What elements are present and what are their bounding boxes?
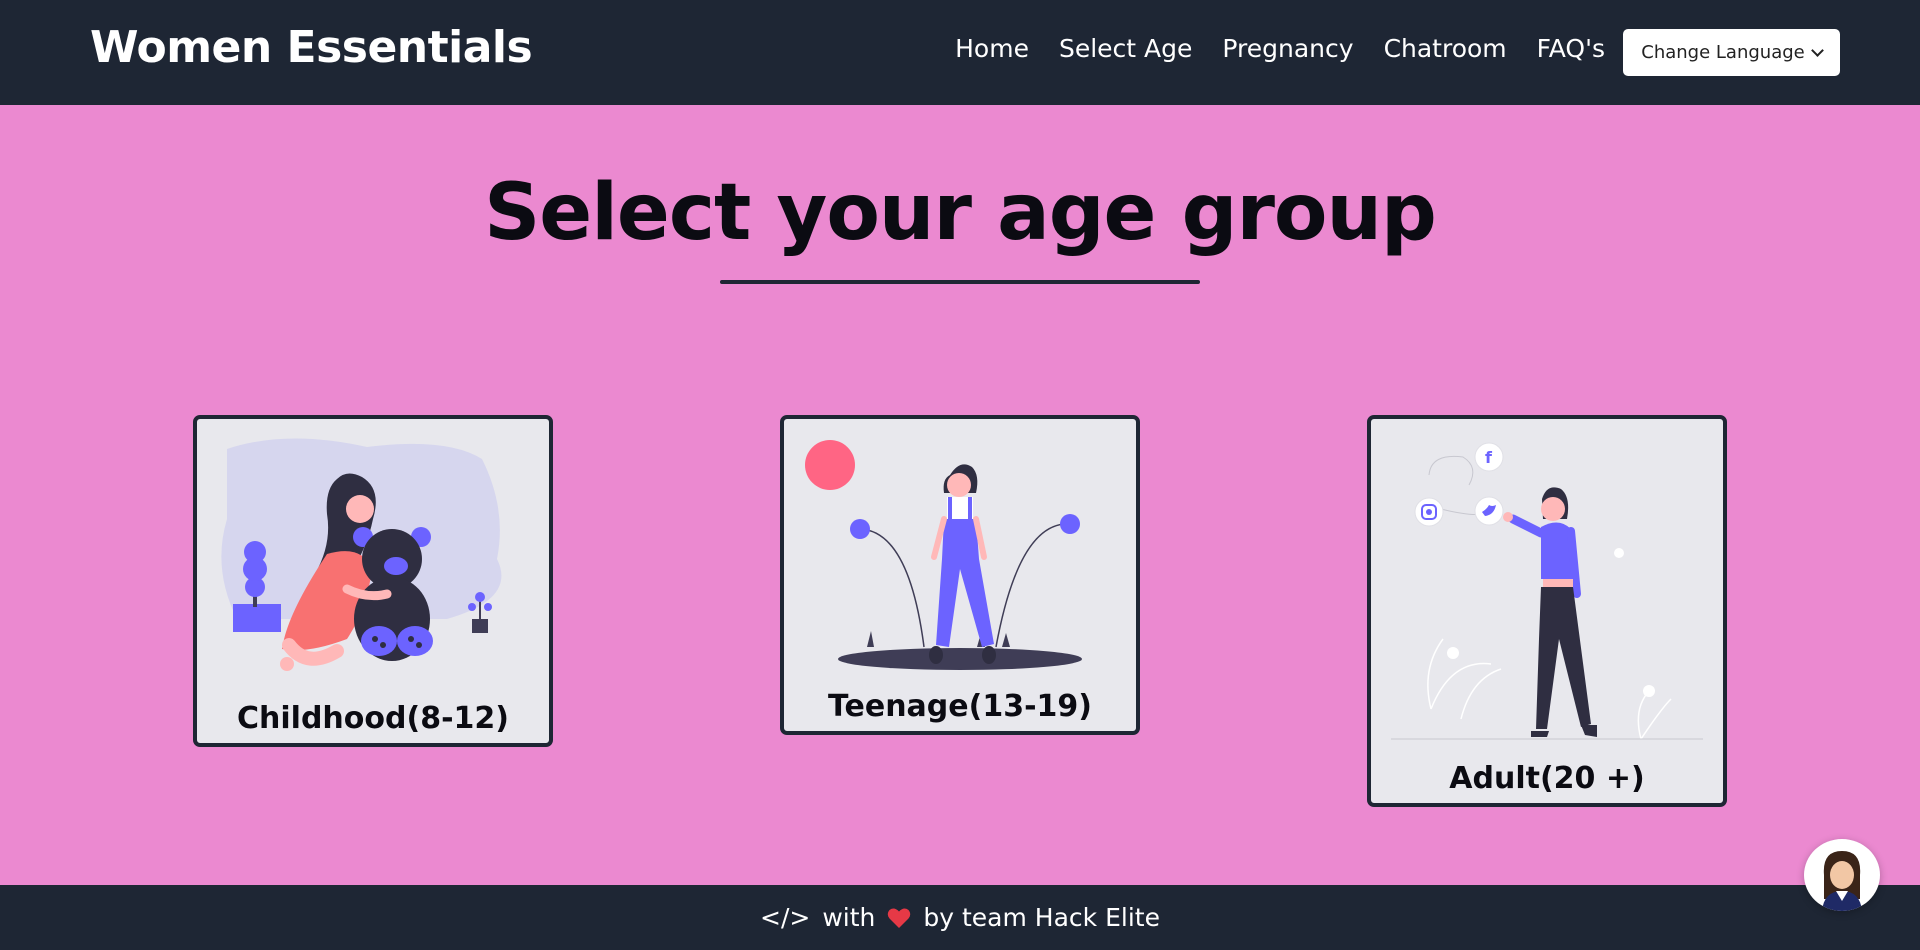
chevron-down-icon	[1810, 43, 1824, 57]
page-title: Select your age group	[484, 168, 1437, 258]
change-language-button[interactable]: Change Language	[1623, 29, 1840, 76]
code-symbol: </>	[760, 903, 811, 932]
change-language-label: Change Language	[1641, 42, 1805, 63]
footer-with-text: with	[822, 903, 876, 932]
footer: </> with by team Hack Elite	[0, 885, 1920, 950]
heart-icon	[888, 908, 911, 928]
age-card-label: Childhood(8-12)	[237, 701, 509, 736]
navbar: Women Essentials Home Select Age Pregnan…	[0, 0, 1920, 105]
age-card-adult[interactable]: f Adult(20 +)	[1367, 415, 1727, 807]
age-card-teenage[interactable]: Teenage(13-19)	[780, 415, 1140, 735]
instagram-icon	[1414, 497, 1444, 527]
nav-link-chatroom[interactable]: Chatroom	[1384, 34, 1507, 63]
nav-link-home[interactable]: Home	[955, 34, 1029, 63]
childhood-illustration	[221, 438, 502, 671]
age-card-label: Teenage(13-19)	[828, 689, 1092, 724]
nav-links: Home Select Age Pregnancy Chatroom FAQ's	[955, 34, 1605, 63]
age-card-label: Adult(20 +)	[1449, 761, 1645, 796]
facebook-icon: f	[1474, 442, 1504, 472]
svg-text:f: f	[1485, 448, 1493, 467]
nav-link-select-age[interactable]: Select Age	[1059, 34, 1192, 63]
chatbot-button[interactable]	[1804, 839, 1880, 911]
nav-link-faqs[interactable]: FAQ's	[1537, 34, 1605, 63]
nav-link-pregnancy[interactable]: Pregnancy	[1222, 34, 1353, 63]
title-underline	[720, 280, 1200, 284]
chatbot-avatar-icon	[1822, 851, 1862, 911]
brand-logo[interactable]: Women Essentials	[90, 22, 533, 73]
teenage-illustration	[805, 440, 1082, 670]
adult-illustration: f	[1391, 442, 1703, 740]
age-card-childhood[interactable]: Childhood(8-12)	[193, 415, 553, 747]
twitter-icon	[1474, 496, 1504, 526]
footer-credit: by team Hack Elite	[923, 903, 1160, 932]
